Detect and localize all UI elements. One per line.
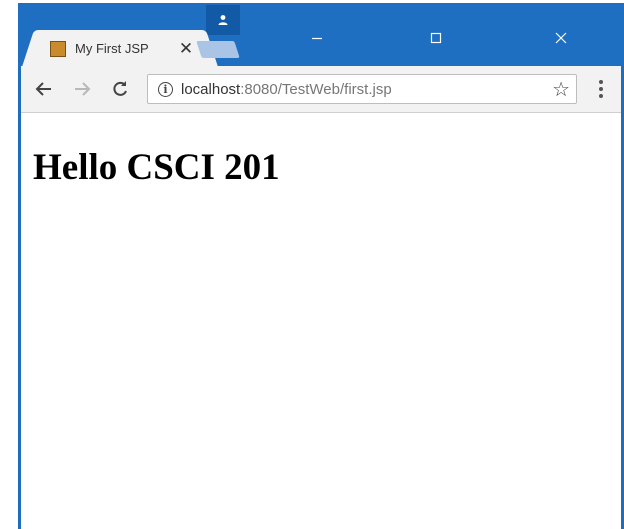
page-heading: Hello CSCI 201 (33, 147, 280, 188)
url-host: localhost (181, 80, 241, 98)
tab-title: My First JSP (75, 41, 149, 56)
close-button[interactable] (538, 23, 584, 53)
browser-window: My First JSP ✕ i localhost:8080/TestWeb/… (18, 3, 624, 529)
maximize-button[interactable] (413, 23, 459, 53)
reload-icon (113, 81, 127, 96)
info-icon[interactable]: i (158, 81, 173, 97)
back-button[interactable] (31, 76, 57, 102)
new-tab-button[interactable] (196, 41, 240, 58)
java-cup-icon (50, 40, 66, 57)
url-text[interactable]: localhost:8080/TestWeb/first.jsp (181, 81, 392, 98)
arrow-left-icon (35, 82, 51, 96)
menu-dot-icon (599, 80, 603, 84)
forward-button[interactable] (69, 76, 95, 102)
minimize-button[interactable] (294, 23, 340, 53)
title-bar: My First JSP ✕ (18, 3, 624, 67)
bookmark-star-icon[interactable]: ☆ (552, 77, 570, 102)
url-path: :8080/TestWeb/first.jsp (240, 80, 392, 98)
browser-toolbar: i localhost:8080/TestWeb/first.jsp ☆ (21, 66, 621, 113)
close-icon (555, 32, 567, 44)
address-bar[interactable]: i localhost:8080/TestWeb/first.jsp ☆ (147, 74, 577, 104)
tab-close-icon[interactable]: ✕ (177, 39, 195, 58)
tab-active[interactable]: My First JSP ✕ (36, 30, 204, 67)
menu-dot-icon (599, 87, 603, 91)
reload-button[interactable] (107, 76, 133, 102)
profile-button[interactable] (206, 5, 240, 35)
maximize-icon (430, 32, 442, 44)
menu-dot-icon (599, 94, 603, 98)
menu-button[interactable] (591, 76, 611, 102)
arrow-right-icon (75, 82, 91, 96)
minimize-icon (312, 37, 322, 40)
person-icon (218, 15, 228, 25)
page-content: Hello CSCI 201 (21, 113, 621, 529)
